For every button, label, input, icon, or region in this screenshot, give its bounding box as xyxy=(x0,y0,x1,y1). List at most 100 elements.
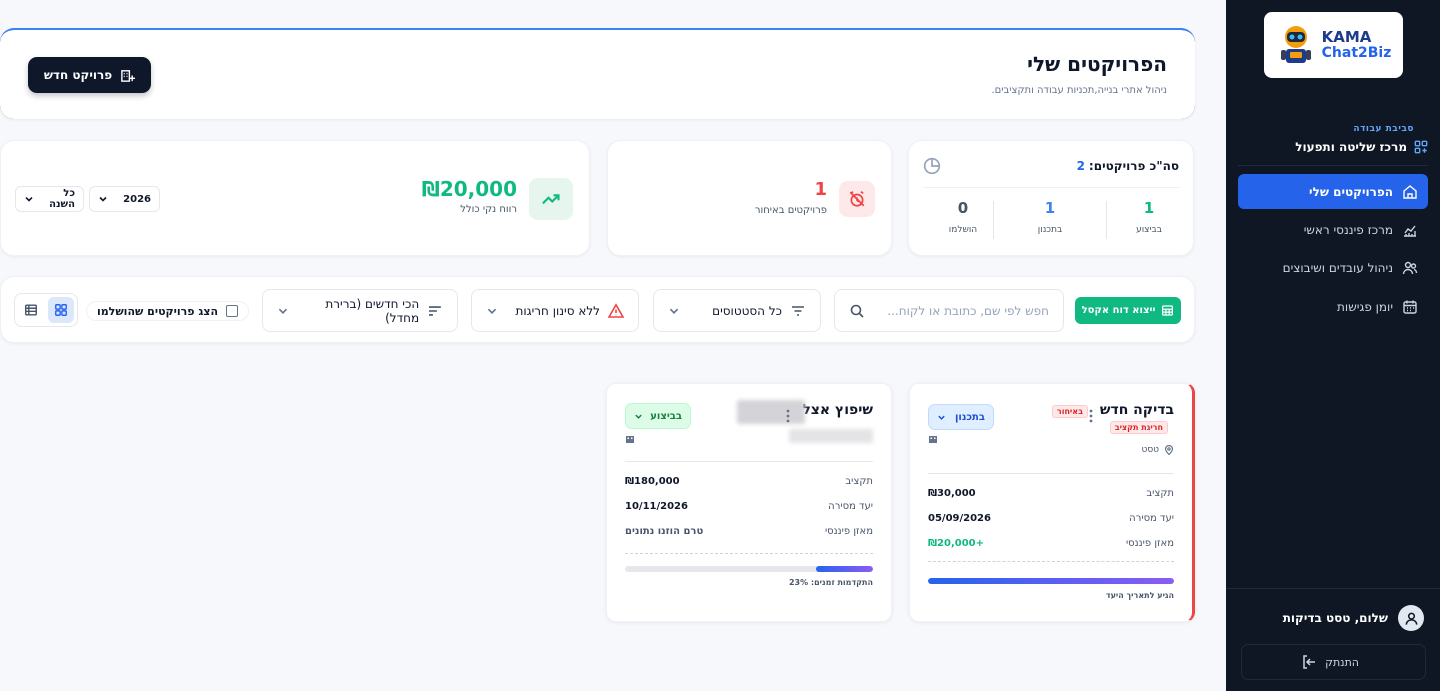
list-view-button[interactable] xyxy=(18,297,44,323)
calendar-icon xyxy=(1403,300,1417,314)
search-input[interactable]: חפש לפי שם, כתובת או לקוח... xyxy=(834,289,1064,332)
filter-bar: ייצוא דוח אקסל חפש לפי שם, כתובת או לקוח… xyxy=(0,276,1195,343)
sidebar-item-calendar[interactable]: יומן פגישות xyxy=(1238,289,1428,324)
sort-icon xyxy=(429,305,442,316)
profit-label: רווח נקי כולל xyxy=(460,204,517,215)
stat-completed: 0 הושלמו xyxy=(919,199,1007,235)
stat-planning: 1 בתכנון xyxy=(1006,199,1094,235)
app-logo[interactable]: KAMA Chat2Biz xyxy=(1264,12,1403,78)
total-projects-title: סה"כ פרויקטים: 2 xyxy=(1077,159,1179,173)
status-filter[interactable]: כל הסטטוסים xyxy=(653,289,821,332)
card-dash-divider xyxy=(928,561,1174,562)
stat-separator xyxy=(1106,201,1107,239)
show-completed-checkbox[interactable] xyxy=(226,305,238,317)
show-completed-toggle[interactable]: הצג פרויקטים שהושלמו xyxy=(85,301,249,321)
total-projects-value: 2 xyxy=(1076,159,1085,173)
logo-line1: KAMA xyxy=(1321,27,1372,46)
balance-label: מאזן פיננסי xyxy=(1125,538,1174,549)
status-select[interactable]: בתכנון xyxy=(928,404,994,430)
exception-filter-value: ללא סינון חריגות xyxy=(515,303,600,318)
workspace-label: סביבת עבודה xyxy=(1353,124,1414,134)
sort-select[interactable]: הכי חדשים (ברירת מחדל) xyxy=(262,289,458,332)
total-projects-label: סה"כ פרויקטים: xyxy=(1088,159,1179,173)
logout-icon xyxy=(1303,655,1316,669)
profit-card: ₪20,000 רווח נקי כולל 2026 כל השנה xyxy=(0,140,590,256)
new-project-button[interactable]: פרויקט חדש xyxy=(28,57,151,93)
progress-label: הגיע לתאריך היעד xyxy=(1105,591,1174,600)
stat-planning-value: 1 xyxy=(1044,199,1056,217)
filter-icon xyxy=(792,305,804,316)
project-card[interactable]: בדיקה חדש באיחור חריגת תקציב טסט בתכנון … xyxy=(909,383,1195,622)
chevron-down-icon xyxy=(938,415,945,420)
chevron-down-icon xyxy=(278,308,288,314)
balance-value: +₪20,000 xyxy=(928,538,985,549)
warning-icon xyxy=(608,302,624,318)
stat-in-progress: 1 בביצוע xyxy=(1105,199,1193,235)
trend-up-icon-wrap xyxy=(529,178,573,220)
trend-up-icon xyxy=(542,194,560,205)
chevron-down-icon xyxy=(487,308,497,314)
exception-filter[interactable]: ללא סינון חריגות xyxy=(471,289,639,332)
search-placeholder: חפש לפי שם, כתובת או לקוח... xyxy=(887,303,1049,318)
chevron-down-icon xyxy=(99,196,107,202)
delivery-value: 05/09/2026 xyxy=(928,513,991,524)
export-excel-button[interactable]: ייצוא דוח אקסל xyxy=(1075,297,1181,324)
pie-chart-icon xyxy=(923,157,941,175)
card-divider xyxy=(625,461,873,462)
chart-icon xyxy=(1404,225,1416,237)
building-icon xyxy=(626,436,634,443)
project-location: טסט xyxy=(1141,445,1174,455)
page-title: הפרויקטים שלי xyxy=(1027,52,1167,76)
more-options-icon[interactable] xyxy=(1084,408,1098,424)
status-select[interactable]: בביצוע xyxy=(625,403,691,429)
sidebar-item-label: מרכז פיננסי ראשי xyxy=(1303,222,1393,237)
add-building-icon xyxy=(121,69,136,82)
sidebar-item-workers[interactable]: ניהול עובדים ושיבוצים xyxy=(1238,250,1428,285)
delivery-value: 10/11/2026 xyxy=(625,501,688,512)
card-dash-divider xyxy=(625,553,873,554)
budget-value: ₪180,000 xyxy=(625,476,680,487)
view-toggle xyxy=(14,293,78,327)
stat-planning-label: בתכנון xyxy=(1037,225,1063,235)
period-select[interactable]: כל השנה xyxy=(15,186,84,212)
logout-label: התנתק xyxy=(1325,655,1359,669)
stat-in-progress-label: בביצוע xyxy=(1136,225,1162,235)
balance-label: מאזן פיננסי xyxy=(824,526,873,537)
grid-view-button[interactable] xyxy=(48,297,74,323)
users-icon xyxy=(1402,261,1418,274)
project-location-text: טסט xyxy=(1141,445,1159,455)
house-hand-icon xyxy=(1403,184,1417,199)
sidebar-item-finance[interactable]: מרכז פיננסי ראשי xyxy=(1238,212,1428,247)
year-select-value: 2026 xyxy=(123,193,151,205)
page-header: הפרויקטים שלי ניהול אתרי בנייה,תכניות עב… xyxy=(0,28,1195,119)
list-icon xyxy=(25,304,37,316)
project-name: בדיקה חדש xyxy=(1099,402,1174,418)
period-select-value: כל השנה xyxy=(49,188,75,210)
project-card[interactable]: שיפוץ אצל בביצוע תקציב ₪180,000 יעד מסיר… xyxy=(606,383,892,622)
budget-label: תקציב xyxy=(1146,488,1174,499)
late-badge: באיחור xyxy=(1051,405,1088,418)
avatar xyxy=(1398,605,1424,631)
delayed-label: פרויקטים באיחור xyxy=(754,205,827,216)
budget-label: תקציב xyxy=(845,476,873,487)
total-projects-card: סה"כ פרויקטים: 2 1 בביצוע 1 בתכנון 0 הוש… xyxy=(908,140,1194,256)
building-icon xyxy=(929,436,937,443)
more-options-icon[interactable] xyxy=(781,408,795,424)
map-pin-icon xyxy=(1164,445,1174,455)
grid-icon xyxy=(55,304,67,316)
chevron-down-icon xyxy=(635,414,642,419)
sidebar-divider xyxy=(1238,165,1428,166)
logo-text: KAMA Chat2Biz xyxy=(1321,27,1392,61)
sort-select-value: הכי חדשים (ברירת מחדל) xyxy=(325,296,420,325)
logo-line2: Chat2Biz xyxy=(1321,44,1392,61)
logout-button[interactable]: התנתק xyxy=(1241,644,1426,680)
sidebar: KAMA Chat2Biz סביבת עבודה מרכז שליטה ותפ… xyxy=(1226,0,1440,691)
budget-value: ₪30,000 xyxy=(928,488,976,499)
sidebar-item-projects[interactable]: הפרויקטים שלי xyxy=(1238,174,1428,209)
show-completed-label: הצג פרויקטים שהושלמו xyxy=(96,304,218,318)
year-select[interactable]: 2026 xyxy=(89,186,160,212)
delayed-value: 1 xyxy=(814,179,827,200)
user-profile[interactable]: שלום, טסט בדיקות xyxy=(1283,605,1424,631)
robot-logo-icon xyxy=(1280,26,1311,63)
export-excel-label: ייצוא דוח אקסל xyxy=(1081,305,1156,316)
